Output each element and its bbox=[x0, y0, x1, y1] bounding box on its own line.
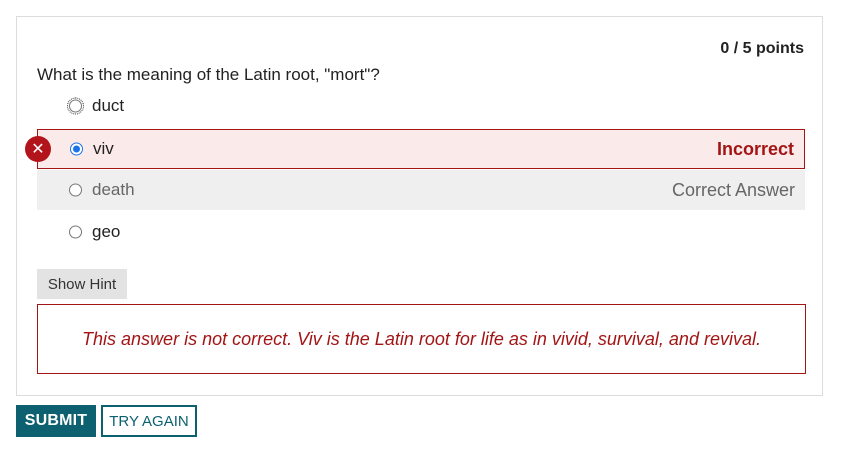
option-label: death bbox=[92, 180, 135, 199]
radio-viv[interactable] bbox=[70, 142, 83, 156]
try-again-button[interactable]: TRY AGAIN bbox=[101, 405, 197, 437]
option-geo[interactable]: geo bbox=[37, 212, 805, 252]
feedback-message: This answer is not correct. Viv is the L… bbox=[37, 304, 806, 374]
correct-answer-status: Correct Answer bbox=[671, 179, 795, 200]
radio-geo[interactable] bbox=[69, 225, 82, 239]
option-label: geo bbox=[92, 222, 121, 241]
option-viv[interactable]: ✕ viv Incorrect bbox=[25, 129, 805, 169]
option-label: viv bbox=[93, 139, 114, 158]
option-death[interactable]: death Correct Answer bbox=[37, 170, 805, 210]
incorrect-status: Incorrect bbox=[716, 138, 794, 159]
option-duct[interactable]: duct bbox=[37, 86, 805, 126]
option-label: duct bbox=[92, 96, 125, 115]
points-score: 0 / 5 points bbox=[720, 40, 804, 57]
question-card: 0 / 5 points What is the meaning of the … bbox=[16, 16, 823, 396]
question-text: What is the meaning of the Latin root, "… bbox=[37, 65, 380, 84]
show-hint-button[interactable]: Show Hint bbox=[37, 269, 127, 299]
close-circle-icon: ✕ bbox=[25, 136, 51, 162]
submit-button[interactable]: SUBMIT bbox=[16, 405, 96, 437]
radio-duct[interactable] bbox=[67, 97, 84, 115]
radio-death[interactable] bbox=[69, 183, 82, 197]
